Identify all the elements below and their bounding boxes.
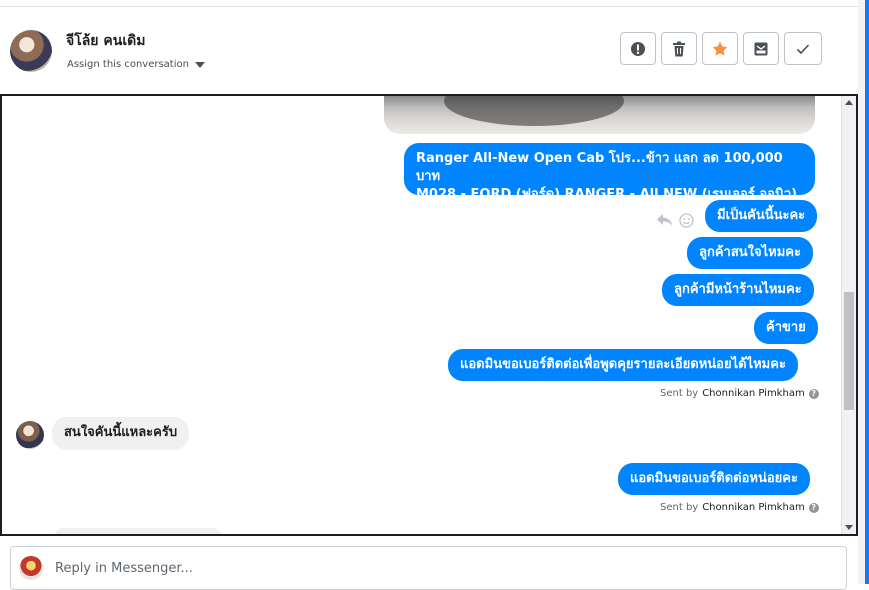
- message-bubble-incoming[interactable]: สนใจคันนี้แหละครับ: [52, 417, 190, 450]
- reply-icon[interactable]: [657, 214, 673, 227]
- message-bubble-outgoing[interactable]: ลูกค้ามีหน้าร้านไหมคะ: [662, 274, 814, 306]
- sent-by-name: Chonnikan Pimkham: [702, 388, 805, 399]
- contact-avatar[interactable]: [10, 30, 52, 72]
- checkmark-icon: [796, 43, 810, 54]
- trash-icon: [673, 41, 685, 56]
- sent-by-prefix: Sent by: [660, 502, 699, 513]
- reply-composer[interactable]: Reply in Messenger...: [10, 546, 847, 590]
- side-panel-edge: [858, 0, 869, 584]
- assign-label: Assign this conversation: [67, 59, 189, 70]
- star-icon: [712, 41, 728, 56]
- reply-input[interactable]: Reply in Messenger...: [55, 561, 193, 576]
- sent-by-label: Sent by Chonnikan Pimkham ?: [660, 388, 819, 399]
- message-bubble-outgoing[interactable]: ลูกค้าสนใจไหมคะ: [687, 237, 813, 269]
- message-text-line: Ranger All-New Open Cab โปร...ข้าว แลก ล…: [416, 151, 783, 184]
- sent-by-name: Chonnikan Pimkham: [702, 502, 805, 513]
- thread-scrollbar[interactable]: [841, 96, 856, 534]
- message-bubble-outgoing[interactable]: ค้าขาย: [754, 312, 818, 344]
- help-icon[interactable]: ?: [808, 388, 819, 399]
- message-bubble-outgoing[interactable]: แอดมินขอเบอร์ติดต่อเพื่อพูดคุยรายละเอียด…: [448, 349, 798, 381]
- archive-icon: [754, 42, 768, 55]
- message-bubble-incoming-partial: [54, 528, 222, 534]
- message-thread[interactable]: Ranger All-New Open Cab โปร...ข้าว แลก ล…: [0, 94, 858, 536]
- conversation-header: จีโล้ย คนเดิม Assign this conversation: [0, 7, 858, 94]
- contact-avatar-small[interactable]: [16, 421, 44, 449]
- page-avatar: [19, 556, 43, 580]
- sent-by-label: Sent by Chonnikan Pimkham ?: [660, 502, 819, 513]
- assign-conversation-dropdown[interactable]: Assign this conversation: [67, 59, 205, 70]
- exclamation-icon: [631, 41, 645, 56]
- done-button[interactable]: [784, 32, 822, 65]
- scrollbar-thumb[interactable]: [844, 292, 854, 410]
- message-bubble-outgoing[interactable]: Ranger All-New Open Cab โปร...ข้าว แลก ล…: [404, 143, 815, 220]
- scroll-up-arrow-icon[interactable]: [845, 100, 853, 105]
- emoji-reaction-icon[interactable]: [679, 213, 694, 228]
- caret-down-icon: [194, 61, 205, 68]
- sent-by-prefix: Sent by: [660, 388, 699, 399]
- contact-name[interactable]: จีโล้ย คนเดิม: [66, 30, 145, 52]
- help-icon[interactable]: ?: [808, 502, 819, 513]
- scroll-down-arrow-icon[interactable]: [845, 525, 853, 530]
- message-bubble-outgoing[interactable]: แอดมินขอเบอร์ติดต่อหน่อยคะ: [618, 463, 810, 495]
- archive-button[interactable]: [743, 32, 779, 65]
- header-actions: [620, 32, 822, 65]
- image-attachment[interactable]: [384, 96, 815, 134]
- spam-button[interactable]: [620, 32, 656, 65]
- star-button[interactable]: [702, 32, 738, 65]
- message-bubble-outgoing[interactable]: มีเป็นคันนี้นะคะ: [705, 200, 818, 232]
- message-hover-actions: [657, 213, 694, 228]
- delete-button[interactable]: [661, 32, 697, 65]
